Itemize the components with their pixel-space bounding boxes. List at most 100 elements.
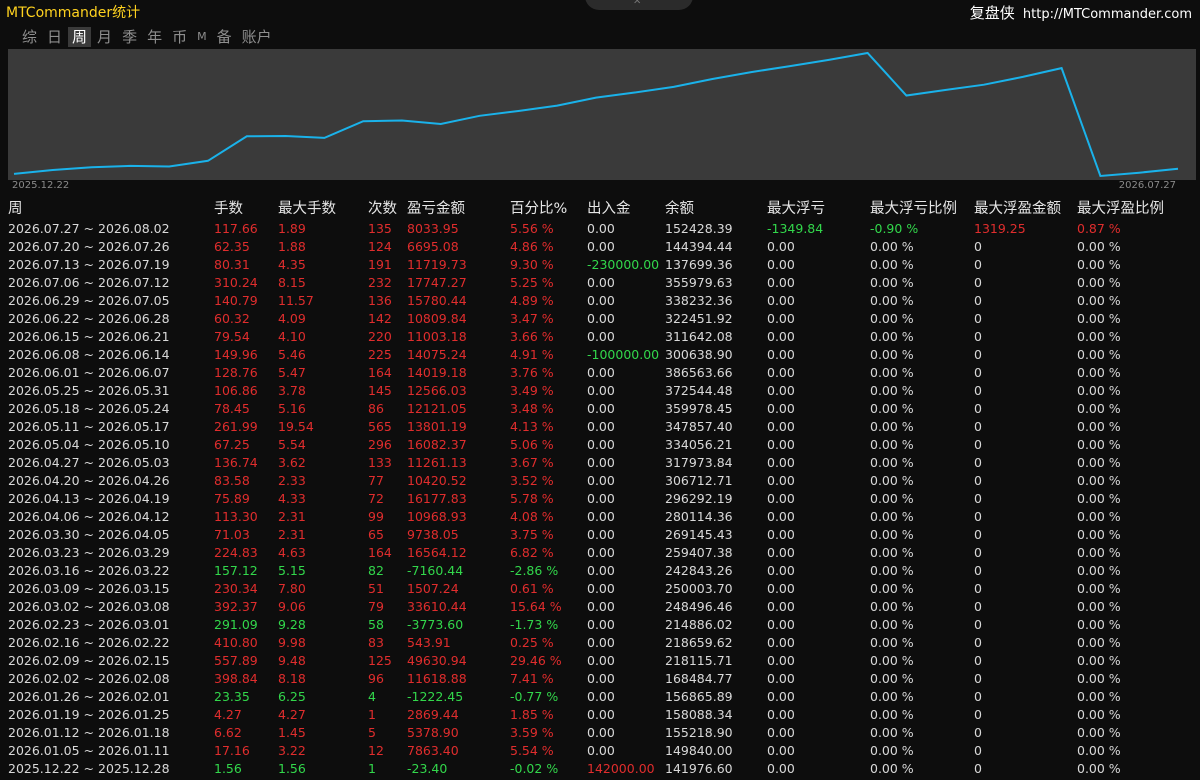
- table-row[interactable]: 2026.03.16 ~ 2026.03.22 157.12 5.15 82 -7160…: [0, 562, 1200, 580]
- cell-lots: 62.35: [214, 239, 250, 254]
- cell-max-lots: 8.18: [278, 671, 306, 686]
- cell-trades: 86: [368, 401, 384, 416]
- cell-week: 2026.02.23 ~ 2026.03.01: [8, 617, 170, 632]
- table-row[interactable]: 2026.01.19 ~ 2026.01.25 4.27 4.27 1 2869.44 1…: [0, 706, 1200, 724]
- cell-max-lots: 4.33: [278, 491, 306, 506]
- cell-percent: 29.46 %: [510, 653, 562, 668]
- tab-2[interactable]: 周: [68, 27, 92, 47]
- cell-max-float-profit: 0: [974, 437, 982, 452]
- cell-max-float-profit: 0: [974, 653, 982, 668]
- header-trades[interactable]: 次数: [368, 198, 397, 220]
- table-row[interactable]: 2026.01.12 ~ 2026.01.18 6.62 1.45 5 5378.90 3…: [0, 724, 1200, 742]
- header-balance[interactable]: 余额: [665, 198, 694, 220]
- tab-7[interactable]: M: [193, 27, 211, 47]
- table-row[interactable]: 2026.05.18 ~ 2026.05.24 78.45 5.16 86 12121.…: [0, 400, 1200, 418]
- header-week[interactable]: 周: [8, 198, 23, 220]
- cell-percent: -1.73 %: [510, 617, 559, 632]
- table-header: 周 手数 最大手数 次数 盈亏金额 百分比% 出入金 余额 最大浮亏 最大浮亏比例 最大浮盈金额 最大…: [0, 198, 1200, 220]
- table-row[interactable]: 2026.02.23 ~ 2026.03.01 291.09 9.28 58 -3773…: [0, 616, 1200, 634]
- cell-max-float-profit: 0: [974, 671, 982, 686]
- table-row[interactable]: 2026.07.27 ~ 2026.08.02 117.66 1.89 135 8033…: [0, 220, 1200, 238]
- close-icon[interactable]: ✕: [633, 0, 641, 7]
- cell-lots: 157.12: [214, 563, 258, 578]
- tab-3[interactable]: 月: [93, 27, 116, 47]
- cell-max-lots: 5.47: [278, 365, 306, 380]
- header-max-lots[interactable]: 最大手数: [278, 198, 336, 220]
- cell-max-float-profit-pct: 0.00 %: [1077, 275, 1121, 290]
- table-row[interactable]: 2026.03.30 ~ 2026.04.05 71.03 2.31 65 9738.0…: [0, 526, 1200, 544]
- table-row[interactable]: 2026.06.22 ~ 2026.06.28 60.32 4.09 142 10809…: [0, 310, 1200, 328]
- table-row[interactable]: 2026.06.29 ~ 2026.07.05 140.79 11.57 136 157…: [0, 292, 1200, 310]
- cell-deposit-withdraw: -100000.00: [587, 347, 660, 362]
- header-max-float-profit[interactable]: 最大浮盈金额: [974, 198, 1061, 220]
- cell-balance: 158088.34: [665, 707, 733, 722]
- table-row[interactable]: 2026.04.27 ~ 2026.05.03 136.74 3.62 133 1126…: [0, 454, 1200, 472]
- cell-max-float-profit-pct: 0.00 %: [1077, 581, 1121, 596]
- cell-trades: 232: [368, 275, 392, 290]
- cell-max-lots: 8.15: [278, 275, 306, 290]
- table-row[interactable]: 2026.05.04 ~ 2026.05.10 67.25 5.54 296 16082…: [0, 436, 1200, 454]
- balance-series-line: [13, 51, 1179, 178]
- cell-deposit-withdraw: 142000.00: [587, 761, 655, 776]
- table-row[interactable]: 2026.04.06 ~ 2026.04.12 113.30 2.31 99 10968…: [0, 508, 1200, 526]
- table-row[interactable]: 2026.07.06 ~ 2026.07.12 310.24 8.15 232 1774…: [0, 274, 1200, 292]
- table-row[interactable]: 2026.01.05 ~ 2026.01.11 17.16 3.22 12 7863.4…: [0, 742, 1200, 760]
- cell-max-float-loss-pct: 0.00 %: [870, 275, 914, 290]
- header-max-float-loss-pct[interactable]: 最大浮亏比例: [870, 198, 957, 220]
- tab-9[interactable]: 账户: [238, 27, 276, 47]
- table-row[interactable]: 2026.07.13 ~ 2026.07.19 80.31 4.35 191 11719…: [0, 256, 1200, 274]
- cell-percent: 3.67 %: [510, 455, 554, 470]
- table-row[interactable]: 2026.03.23 ~ 2026.03.29 224.83 4.63 164 1656…: [0, 544, 1200, 562]
- tab-5[interactable]: 年: [143, 27, 166, 47]
- table-row[interactable]: 2026.06.01 ~ 2026.06.07 128.76 5.47 164 1401…: [0, 364, 1200, 382]
- cell-deposit-withdraw: 0.00: [587, 743, 615, 758]
- table-row[interactable]: 2026.01.26 ~ 2026.02.01 23.35 6.25 4 -1222.4…: [0, 688, 1200, 706]
- table-row[interactable]: 2026.05.25 ~ 2026.05.31 106.86 3.78 145 1256…: [0, 382, 1200, 400]
- cell-deposit-withdraw: 0.00: [587, 293, 615, 308]
- table-row[interactable]: 2026.06.15 ~ 2026.06.21 79.54 4.10 220 11003…: [0, 328, 1200, 346]
- table-row[interactable]: 2025.12.22 ~ 2025.12.28 1.56 1.56 1 -23.40 -0…: [0, 760, 1200, 778]
- cell-lots: 17.16: [214, 743, 250, 758]
- window-notch[interactable]: ✕: [585, 0, 693, 10]
- header-max-float-loss[interactable]: 最大浮亏: [767, 198, 825, 220]
- cell-balance: 280114.36: [665, 509, 733, 524]
- tab-0[interactable]: 综: [18, 27, 41, 47]
- table-row[interactable]: 2026.05.11 ~ 2026.05.17 261.99 19.54 565 138…: [0, 418, 1200, 436]
- cell-max-lots: 11.57: [278, 293, 314, 308]
- cell-max-float-profit-pct: 0.00 %: [1077, 671, 1121, 686]
- cell-balance: 296292.19: [665, 491, 733, 506]
- table-row[interactable]: 2026.04.20 ~ 2026.04.26 83.58 2.33 77 10420.…: [0, 472, 1200, 490]
- table-row[interactable]: 2026.02.09 ~ 2026.02.15 557.89 9.48 125 4963…: [0, 652, 1200, 670]
- cell-max-float-profit: 0: [974, 761, 982, 776]
- header-deposit-withdraw[interactable]: 出入金: [587, 198, 631, 220]
- cell-max-lots: 9.06: [278, 599, 306, 614]
- table-row[interactable]: 2026.03.09 ~ 2026.03.15 230.34 7.80 51 1507.…: [0, 580, 1200, 598]
- brand[interactable]: 复盘侠 http://MTCommander.com: [970, 2, 1192, 23]
- tab-6[interactable]: 币: [168, 27, 191, 47]
- cell-max-float-profit-pct: 0.00 %: [1077, 419, 1121, 434]
- cell-trades: 79: [368, 599, 384, 614]
- cell-pnl: 16177.83: [407, 491, 467, 506]
- table-row[interactable]: 2026.07.20 ~ 2026.07.26 62.35 1.88 124 6695.…: [0, 238, 1200, 256]
- cell-trades: 72: [368, 491, 384, 506]
- brand-url[interactable]: http://MTCommander.com: [1023, 7, 1192, 22]
- table-row[interactable]: 2026.04.13 ~ 2026.04.19 75.89 4.33 72 16177.…: [0, 490, 1200, 508]
- tab-1[interactable]: 日: [43, 27, 66, 47]
- table-row[interactable]: 2026.02.16 ~ 2026.02.22 410.80 9.98 83 543.9…: [0, 634, 1200, 652]
- header-percent[interactable]: 百分比%: [510, 198, 567, 220]
- table-row[interactable]: 2026.03.02 ~ 2026.03.08 392.37 9.06 79 33610…: [0, 598, 1200, 616]
- tab-8[interactable]: 备: [213, 27, 236, 47]
- cell-max-float-loss-pct: 0.00 %: [870, 311, 914, 326]
- table-row[interactable]: 2026.06.08 ~ 2026.06.14 149.96 5.46 225 1407…: [0, 346, 1200, 364]
- cell-week: 2026.04.06 ~ 2026.04.12: [8, 509, 170, 524]
- cell-max-float-loss: 0.00: [767, 509, 795, 524]
- cell-pnl: 11618.88: [407, 671, 467, 686]
- tab-4[interactable]: 季: [118, 27, 141, 47]
- cell-max-float-profit: 0: [974, 725, 982, 740]
- table-row[interactable]: 2026.02.02 ~ 2026.02.08 398.84 8.18 96 11618…: [0, 670, 1200, 688]
- cell-pnl: -3773.60: [407, 617, 464, 632]
- header-lots[interactable]: 手数: [214, 198, 243, 220]
- header-max-float-profit-pct[interactable]: 最大浮盈比例: [1077, 198, 1164, 220]
- cell-week: 2026.01.19 ~ 2026.01.25: [8, 707, 170, 722]
- header-pnl[interactable]: 盈亏金额: [407, 198, 465, 220]
